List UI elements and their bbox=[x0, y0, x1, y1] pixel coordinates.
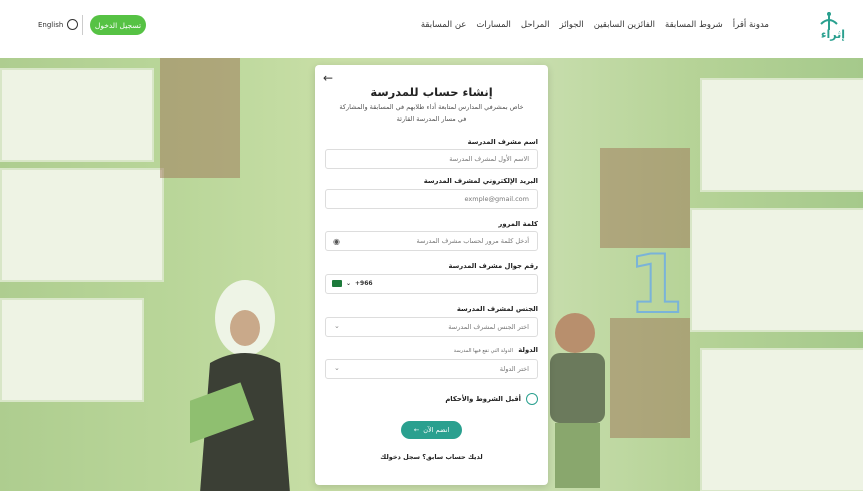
decorative-numeral: 1 bbox=[627, 237, 685, 332]
password-label: كلمة المرور bbox=[498, 220, 538, 228]
name-label: اسم مشرف المدرسة bbox=[467, 138, 538, 146]
shelf bbox=[700, 348, 863, 491]
nav-about[interactable]: عن المسابقة bbox=[421, 20, 467, 30]
nav-divider bbox=[82, 15, 83, 35]
form-title: إنشاء حساب للمدرسة bbox=[370, 85, 493, 99]
gender-select[interactable]: اختر الجنس لمشرف المدرسة ⌄ bbox=[325, 317, 538, 337]
join-label: انضم الآن bbox=[423, 426, 450, 434]
shelf bbox=[0, 168, 164, 282]
gender-placeholder: اختر الجنس لمشرف المدرسة bbox=[448, 323, 529, 331]
shelf bbox=[700, 78, 863, 192]
shelf-dark bbox=[610, 318, 690, 438]
arrow-left-icon: ← bbox=[413, 426, 420, 434]
globe-icon bbox=[67, 19, 79, 30]
shelf bbox=[0, 298, 144, 402]
nav-blog[interactable]: مدونة أقرأ bbox=[733, 20, 769, 30]
name-input[interactable]: الاسم الأول لمشرف المدرسة bbox=[325, 149, 538, 169]
login-link[interactable]: لديك حساب سابق؟ سجل دخولك bbox=[315, 453, 548, 461]
password-placeholder: أدخل كلمة مرور لحساب مشرف المدرسة bbox=[416, 237, 529, 245]
saudi-flag-icon bbox=[332, 280, 342, 287]
language-label: English bbox=[38, 20, 64, 29]
nav-stages[interactable]: المراحل bbox=[521, 20, 550, 30]
shelf bbox=[0, 68, 154, 162]
phone-input[interactable]: ⌄ +966 bbox=[325, 274, 538, 294]
chevron-down-icon: ⌄ bbox=[346, 280, 352, 287]
login-button[interactable]: تسجيل الدخول bbox=[90, 15, 146, 35]
chevron-down-icon: ⌄ bbox=[334, 322, 340, 330]
email-label: البريد الإلكتروني لمشرف المدرسة bbox=[423, 177, 538, 185]
shelf bbox=[690, 208, 863, 332]
gender-label: الجنس لمشرف المدرسة bbox=[456, 305, 538, 313]
eye-icon[interactable]: ◉ bbox=[333, 237, 340, 246]
form-subtitle: خاص بمشرفي المدارس لمتابعة أداء طلابهم ف… bbox=[339, 103, 524, 123]
country-label: الدولة الدولة التي تقع فيها المدرسة bbox=[454, 346, 538, 354]
radio-circle-icon[interactable] bbox=[526, 393, 538, 405]
nav-tracks[interactable]: المسارات bbox=[476, 20, 511, 30]
nav-previous-winners[interactable]: الفائزين السابقين bbox=[594, 20, 655, 30]
shelf-dark bbox=[160, 58, 240, 178]
terms-label: أقبل الشروط والأحكام bbox=[445, 395, 521, 403]
language-switch[interactable]: English bbox=[38, 19, 79, 30]
join-button[interactable]: انضم الآن ← bbox=[401, 421, 462, 439]
main-nav: عن المسابقة المسارات المراحل الجوائز الف… bbox=[411, 20, 769, 30]
country-code-picker[interactable]: ⌄ +966 bbox=[332, 280, 373, 287]
nav-prizes[interactable]: الجوائز bbox=[560, 20, 584, 30]
nav-terms[interactable]: شروط المسابقة bbox=[665, 20, 723, 30]
phone-label: رقم جوال مشرف المدرسة bbox=[448, 262, 538, 270]
country-placeholder: اختر الدولة bbox=[499, 365, 529, 373]
password-input[interactable]: أدخل كلمة مرور لحساب مشرف المدرسة ◉ bbox=[325, 231, 538, 251]
top-navbar: إثراء عن المسابقة المسارات المراحل الجوا… bbox=[0, 0, 863, 58]
boy-figure bbox=[550, 313, 605, 488]
signup-card: ← إنشاء حساب للمدرسة خاص بمشرفي المدارس … bbox=[315, 65, 548, 485]
country-label-text: الدولة bbox=[518, 346, 538, 354]
back-arrow-icon[interactable]: ← bbox=[323, 71, 333, 85]
chevron-down-icon: ⌄ bbox=[334, 364, 340, 372]
shelf-dark bbox=[600, 148, 690, 248]
girl-figure bbox=[190, 280, 290, 491]
country-hint: الدولة التي تقع فيها المدرسة bbox=[453, 348, 513, 354]
email-input[interactable]: exmple@gmail.com bbox=[325, 189, 538, 209]
phone-prefix: +966 bbox=[355, 280, 373, 287]
country-select[interactable]: اختر الدولة ⌄ bbox=[325, 359, 538, 379]
terms-checkbox[interactable]: أقبل الشروط والأحكام bbox=[445, 393, 538, 405]
logo-text: إثراء bbox=[820, 28, 845, 41]
